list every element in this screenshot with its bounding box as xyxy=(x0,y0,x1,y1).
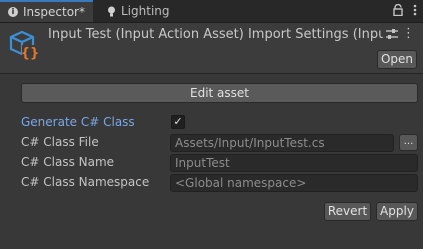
generate-class-checkbox[interactable]: ✓ xyxy=(171,115,185,129)
class-file-label: C# Class File xyxy=(21,135,99,149)
info-icon: i xyxy=(8,7,18,17)
class-name-row: C# Class Name InputTest xyxy=(21,154,418,172)
open-button[interactable]: Open xyxy=(377,50,417,69)
svg-text:{}: {} xyxy=(21,46,40,61)
tab-lighting-label: Lighting xyxy=(121,4,170,18)
class-namespace-field[interactable]: <Global namespace> xyxy=(170,174,418,192)
input-action-asset-icon: {} xyxy=(9,30,40,61)
tab-inspector[interactable]: i Inspector* xyxy=(0,0,93,22)
browse-button[interactable]: ... xyxy=(399,134,418,151)
bulb-icon xyxy=(108,6,115,16)
asset-title: Input Test (Input Action Asset) Import S… xyxy=(48,27,383,42)
class-namespace-label: C# Class Namespace xyxy=(21,175,150,189)
apply-button[interactable]: Apply xyxy=(376,202,418,221)
edit-asset-button[interactable]: Edit asset xyxy=(21,83,418,103)
kebab-menu-icon[interactable] xyxy=(413,4,417,16)
tabbar-controls xyxy=(393,4,417,16)
tab-bar: i Inspector* Lighting xyxy=(0,0,423,23)
class-file-row: C# Class File Assets/Input/InputTest.cs … xyxy=(21,134,418,152)
generate-class-row: Generate C# Class ✓ xyxy=(21,114,418,132)
more-menu-icon[interactable]: ⋮ xyxy=(402,26,415,41)
preset-settings-icon[interactable] xyxy=(385,27,399,41)
inspector-header: {} Input Test (Input Action Asset) Impor… xyxy=(0,23,423,74)
lock-icon[interactable] xyxy=(393,4,403,16)
revert-button[interactable]: Revert xyxy=(324,202,371,221)
class-name-label: C# Class Name xyxy=(21,155,115,169)
class-file-field[interactable]: Assets/Input/InputTest.cs xyxy=(170,134,394,152)
class-name-field[interactable]: InputTest xyxy=(170,154,418,172)
tab-lighting[interactable]: Lighting xyxy=(103,0,199,22)
generate-class-label: Generate C# Class xyxy=(21,115,135,129)
class-namespace-row: C# Class Namespace <Global namespace> xyxy=(21,174,418,192)
tab-inspector-label: Inspector* xyxy=(23,5,85,19)
